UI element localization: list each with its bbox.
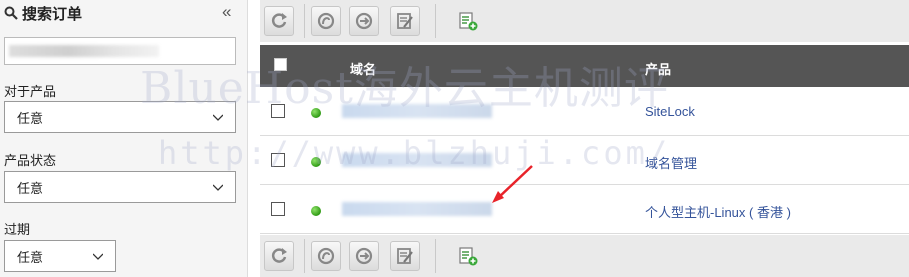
table-header: 域名 产品: [260, 45, 909, 87]
filter-label-expiry: 过期: [4, 222, 31, 237]
status-select[interactable]: 任意: [4, 171, 236, 203]
toolbar-top: [260, 0, 909, 42]
refresh-icon[interactable]: [264, 241, 294, 271]
status-active-icon: [311, 108, 321, 118]
filter-label-status: 产品状态: [4, 153, 57, 168]
expiry-select-value: 任意: [17, 249, 44, 265]
sidebar-header: 搜索订单: [4, 3, 82, 23]
expiry-select[interactable]: 任意: [4, 240, 116, 272]
table-row[interactable]: 个人型主机-Linux ( 香港 ): [260, 185, 909, 234]
edit-list-icon[interactable]: [390, 6, 420, 36]
chevron-down-icon: [93, 253, 103, 260]
transfer-icon[interactable]: [349, 241, 379, 271]
search-input[interactable]: [4, 37, 236, 65]
table-row[interactable]: SiteLock: [260, 87, 909, 136]
refresh-icon[interactable]: [264, 6, 294, 36]
checklist-add-icon[interactable]: [453, 241, 483, 271]
column-header-domain[interactable]: 域名: [350, 59, 376, 78]
product-link[interactable]: SiteLock: [645, 104, 695, 119]
double-chevron-left-icon[interactable]: «: [222, 2, 231, 22]
chevron-down-icon: [213, 184, 223, 191]
toolbar-bottom: [260, 235, 909, 277]
sidebar-title: 搜索订单: [22, 5, 83, 23]
renew-icon[interactable]: [311, 6, 341, 36]
renew-icon[interactable]: [311, 241, 341, 271]
domain-link[interactable]: [342, 104, 492, 118]
row-checkbox[interactable]: [271, 202, 285, 216]
checklist-add-icon[interactable]: [453, 6, 483, 36]
edit-list-icon[interactable]: [390, 241, 420, 271]
product-select[interactable]: 任意: [4, 101, 236, 133]
row-checkbox[interactable]: [271, 104, 285, 118]
column-header-product[interactable]: 产品: [645, 59, 671, 78]
domain-link[interactable]: [342, 153, 492, 167]
status-select-value: 任意: [17, 180, 44, 196]
search-orders-sidebar: 搜索订单 « 对于产品 任意 产品状态 任意 过期 任意: [0, 0, 248, 277]
chevron-down-icon: [213, 114, 223, 121]
status-active-icon: [311, 206, 321, 216]
product-link[interactable]: 域名管理: [645, 153, 697, 172]
status-active-icon: [311, 157, 321, 167]
search-icon: [4, 6, 18, 20]
domain-link[interactable]: [342, 202, 492, 216]
transfer-icon[interactable]: [349, 6, 379, 36]
filter-label-product: 对于产品: [4, 84, 57, 99]
row-checkbox[interactable]: [271, 153, 285, 167]
product-link[interactable]: 个人型主机-Linux ( 香港 ): [645, 202, 791, 221]
table-row[interactable]: 域名管理: [260, 136, 909, 185]
select-all-checkbox[interactable]: [274, 58, 287, 71]
product-select-value: 任意: [17, 110, 44, 126]
